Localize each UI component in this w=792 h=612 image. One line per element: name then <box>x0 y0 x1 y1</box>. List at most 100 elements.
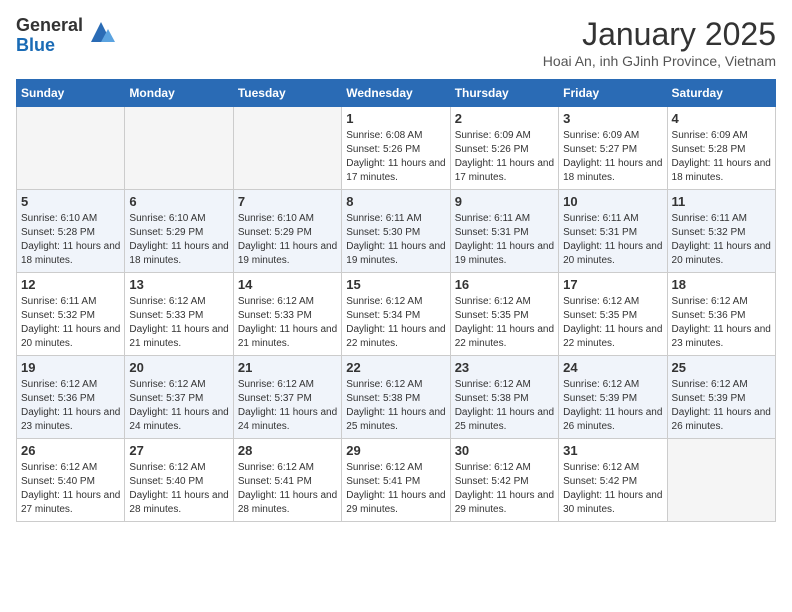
day-number: 16 <box>455 277 554 292</box>
calendar-week-row: 1 Sunrise: 6:08 AM Sunset: 5:26 PM Daylig… <box>17 107 776 190</box>
day-number: 2 <box>455 111 554 126</box>
calendar-cell: 8Sunrise: 6:11 AM Sunset: 5:30 PM Daylig… <box>342 190 450 273</box>
day-number: 14 <box>238 277 337 292</box>
day-info: Sunrise: 6:09 AM Sunset: 5:27 PM Dayligh… <box>563 129 662 185</box>
calendar-cell <box>125 107 233 190</box>
calendar-cell: 23 Sunrise: 6:12 AM Sunset: 5:38 PM Dayli… <box>450 356 558 439</box>
month-title: January 2025 <box>543 16 776 53</box>
day-info: Sunrise: 6:09 AM Sunset: 5:26 PM Dayligh… <box>455 129 554 185</box>
weekday-header-saturday: Saturday <box>667 80 775 107</box>
day-number: 23 <box>455 360 554 375</box>
day-info: Sunrise: 6:12 AM Sunset: 5:39 PM Dayligh… <box>672 378 771 434</box>
day-number: 27 <box>129 443 228 458</box>
day-number: 30 <box>455 443 554 458</box>
calendar-cell: 1 Sunrise: 6:08 AM Sunset: 5:26 PM Daylig… <box>342 107 450 190</box>
day-number: 12 <box>21 277 120 292</box>
weekday-header-sunday: Sunday <box>17 80 125 107</box>
day-info: Sunrise: 6:12 AM Sunset: 5:33 PM Dayligh… <box>129 295 228 351</box>
calendar-cell: 15 Sunrise: 6:12 AM Sunset: 5:34 PM Dayli… <box>342 273 450 356</box>
day-number: 3 <box>563 111 662 126</box>
weekday-header-monday: Monday <box>125 80 233 107</box>
calendar-cell: 11 Sunrise: 6:11 AM Sunset: 5:32 PM Dayli… <box>667 190 775 273</box>
day-number: 9 <box>455 194 554 209</box>
day-number: 22 <box>346 360 445 375</box>
day-number: 13 <box>129 277 228 292</box>
day-number: 1 <box>346 111 445 126</box>
day-number: 5 <box>21 194 120 209</box>
day-number: 19 <box>21 360 120 375</box>
day-info: Sunrise: 6:12 AM Sunset: 5:37 PM Dayligh… <box>129 378 228 434</box>
day-number: 21 <box>238 360 337 375</box>
calendar-cell: 24 Sunrise: 6:12 AM Sunset: 5:39 PM Dayli… <box>559 356 667 439</box>
calendar-cell: 22 Sunrise: 6:12 AM Sunset: 5:38 PM Dayli… <box>342 356 450 439</box>
title-block: January 2025 Hoai An, inh GJinh Province… <box>543 16 776 69</box>
calendar-cell: 30 Sunrise: 6:12 AM Sunset: 5:42 PM Dayli… <box>450 439 558 522</box>
day-number: 10 <box>563 194 662 209</box>
day-number: 7 <box>238 194 337 209</box>
day-info: Sunrise: 6:12 AM Sunset: 5:39 PM Dayligh… <box>563 378 662 434</box>
day-info: Sunrise: 6:12 AM Sunset: 5:36 PM Dayligh… <box>21 378 120 434</box>
day-number: 26 <box>21 443 120 458</box>
weekday-header-friday: Friday <box>559 80 667 107</box>
day-info: Sunrise: 6:11 AM Sunset: 5:31 PM Dayligh… <box>455 212 554 268</box>
day-number: 28 <box>238 443 337 458</box>
day-number: 17 <box>563 277 662 292</box>
calendar-cell <box>667 439 775 522</box>
day-info: Sunrise: 6:12 AM Sunset: 5:42 PM Dayligh… <box>563 461 662 517</box>
day-number: 8 <box>346 194 445 209</box>
calendar-cell: 13 Sunrise: 6:12 AM Sunset: 5:33 PM Dayli… <box>125 273 233 356</box>
day-info: Sunrise: 6:12 AM Sunset: 5:42 PM Dayligh… <box>455 461 554 517</box>
day-number: 24 <box>563 360 662 375</box>
day-number: 31 <box>563 443 662 458</box>
day-info: Sunrise: 6:12 AM Sunset: 5:40 PM Dayligh… <box>21 461 120 517</box>
calendar-cell: 27 Sunrise: 6:12 AM Sunset: 5:40 PM Dayli… <box>125 439 233 522</box>
calendar-cell: 31 Sunrise: 6:12 AM Sunset: 5:42 PM Dayli… <box>559 439 667 522</box>
day-info: Sunrise: 6:12 AM Sunset: 5:35 PM Dayligh… <box>455 295 554 351</box>
page-header: General Blue January 2025 Hoai An, inh G… <box>16 16 776 69</box>
weekday-header-thursday: Thursday <box>450 80 558 107</box>
calendar-cell: 3 Sunrise: 6:09 AM Sunset: 5:27 PM Daylig… <box>559 107 667 190</box>
calendar-cell: 5 Sunrise: 6:10 AM Sunset: 5:28 PM Daylig… <box>17 190 125 273</box>
weekday-header-row: SundayMondayTuesdayWednesdayThursdayFrid… <box>17 80 776 107</box>
calendar-cell: 7 Sunrise: 6:10 AM Sunset: 5:29 PM Daylig… <box>233 190 341 273</box>
calendar-cell <box>17 107 125 190</box>
day-number: 29 <box>346 443 445 458</box>
calendar-cell: 16 Sunrise: 6:12 AM Sunset: 5:35 PM Dayli… <box>450 273 558 356</box>
calendar-cell: 29Sunrise: 6:12 AM Sunset: 5:41 PM Dayli… <box>342 439 450 522</box>
location-subtitle: Hoai An, inh GJinh Province, Vietnam <box>543 53 776 69</box>
day-info: Sunrise: 6:12 AM Sunset: 5:33 PM Dayligh… <box>238 295 337 351</box>
calendar-cell: 26 Sunrise: 6:12 AM Sunset: 5:40 PM Dayli… <box>17 439 125 522</box>
day-info: Sunrise: 6:11 AM Sunset: 5:32 PM Dayligh… <box>672 212 771 268</box>
day-info: Sunrise: 6:09 AM Sunset: 5:28 PM Dayligh… <box>672 129 771 185</box>
day-info: Sunrise: 6:11 AM Sunset: 5:31 PM Dayligh… <box>563 212 662 268</box>
weekday-header-wednesday: Wednesday <box>342 80 450 107</box>
calendar-week-row: 12 Sunrise: 6:11 AM Sunset: 5:32 PM Dayli… <box>17 273 776 356</box>
calendar-cell: 17Sunrise: 6:12 AM Sunset: 5:35 PM Dayli… <box>559 273 667 356</box>
day-info: Sunrise: 6:12 AM Sunset: 5:38 PM Dayligh… <box>455 378 554 434</box>
day-info: Sunrise: 6:12 AM Sunset: 5:40 PM Dayligh… <box>129 461 228 517</box>
calendar-cell: 12 Sunrise: 6:11 AM Sunset: 5:32 PM Dayli… <box>17 273 125 356</box>
calendar-cell: 20Sunrise: 6:12 AM Sunset: 5:37 PM Dayli… <box>125 356 233 439</box>
calendar-week-row: 5 Sunrise: 6:10 AM Sunset: 5:28 PM Daylig… <box>17 190 776 273</box>
weekday-header-tuesday: Tuesday <box>233 80 341 107</box>
calendar-cell: 6Sunrise: 6:10 AM Sunset: 5:29 PM Daylig… <box>125 190 233 273</box>
day-info: Sunrise: 6:10 AM Sunset: 5:28 PM Dayligh… <box>21 212 120 268</box>
logo-text: General Blue <box>16 16 83 56</box>
day-number: 11 <box>672 194 771 209</box>
day-number: 15 <box>346 277 445 292</box>
day-number: 18 <box>672 277 771 292</box>
day-info: Sunrise: 6:11 AM Sunset: 5:32 PM Dayligh… <box>21 295 120 351</box>
logo: General Blue <box>16 16 116 56</box>
calendar-cell: 18Sunrise: 6:12 AM Sunset: 5:36 PM Dayli… <box>667 273 775 356</box>
day-number: 25 <box>672 360 771 375</box>
calendar-cell: 10 Sunrise: 6:11 AM Sunset: 5:31 PM Dayli… <box>559 190 667 273</box>
calendar-cell: 28 Sunrise: 6:12 AM Sunset: 5:41 PM Dayli… <box>233 439 341 522</box>
day-info: Sunrise: 6:08 AM Sunset: 5:26 PM Dayligh… <box>346 129 445 185</box>
calendar-cell: 4 Sunrise: 6:09 AM Sunset: 5:28 PM Daylig… <box>667 107 775 190</box>
calendar-cell <box>233 107 341 190</box>
day-info: Sunrise: 6:12 AM Sunset: 5:41 PM Dayligh… <box>238 461 337 517</box>
day-info: Sunrise: 6:12 AM Sunset: 5:34 PM Dayligh… <box>346 295 445 351</box>
day-number: 4 <box>672 111 771 126</box>
day-info: Sunrise: 6:12 AM Sunset: 5:38 PM Dayligh… <box>346 378 445 434</box>
day-info: Sunrise: 6:10 AM Sunset: 5:29 PM Dayligh… <box>238 212 337 268</box>
